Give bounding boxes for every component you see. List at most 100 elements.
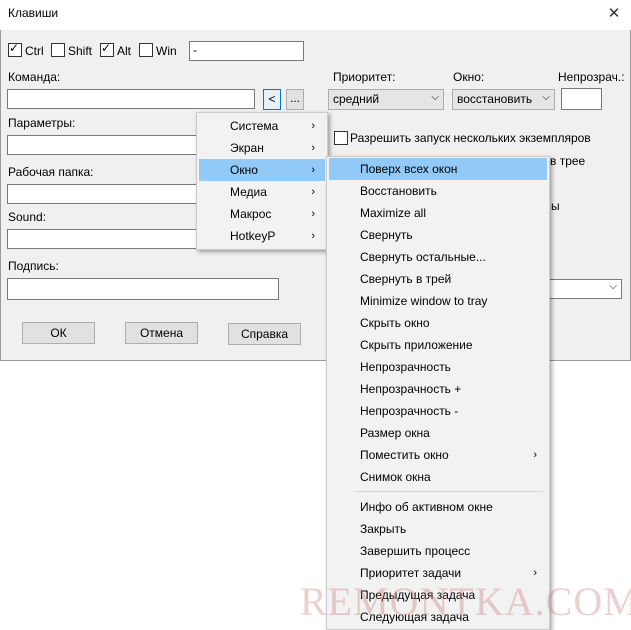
workdir-input[interactable] (7, 184, 207, 204)
help-button[interactable]: Справка (228, 323, 301, 345)
watermark: REMONTKA.COM (300, 579, 631, 624)
menu-item-label: Система (230, 119, 279, 133)
command-input[interactable] (7, 89, 255, 109)
priority-label: Приоритет: (333, 70, 396, 84)
sound-label: Sound: (8, 210, 47, 224)
menu-item-label: Поместить окно (360, 448, 449, 462)
cancel-button[interactable]: Отмена (125, 322, 198, 344)
submenu-item-a-8[interactable]: Скрыть окно (329, 312, 547, 334)
chevron-right-icon: › (533, 449, 537, 461)
alt-label: Alt (117, 44, 132, 58)
submenu-item-a-1[interactable]: Поверх всех окон (329, 158, 547, 180)
menu-item-label: Окно (230, 163, 258, 177)
params-label: Параметры: (8, 116, 76, 130)
params-input[interactable] (7, 135, 207, 155)
menu-item-label: Экран (230, 141, 264, 155)
shift-label: Shift (68, 44, 93, 58)
submenu-item-a-6[interactable]: Свернуть в трей (329, 268, 547, 290)
window-title: Клавиши (8, 6, 59, 20)
submenu-item-a-14[interactable]: Поместить окно › (329, 444, 547, 466)
menu-item-label: Скрыть окно (360, 316, 430, 330)
submenu-item-a-11[interactable]: Непрозрачность + (329, 378, 547, 400)
workdir-label: Рабочая папка: (8, 165, 94, 179)
window-mode-select[interactable]: восстановить ⌵ (452, 89, 555, 110)
chevron-right-icon: › (311, 142, 315, 154)
menu-item-label: Закрыть (360, 522, 407, 536)
menu-separator (355, 491, 543, 492)
priority-select[interactable]: средний ⌵ (328, 89, 444, 110)
menu-item-label: Инфо об активном окне (360, 500, 493, 514)
menu-item-window[interactable]: Окно › (199, 159, 325, 181)
menu-item-label: Размер окна (360, 426, 430, 440)
submenu-item-b-2[interactable]: Закрыть (329, 518, 547, 540)
menu-item-label: Свернуть остальные... (360, 250, 486, 264)
caption-input[interactable] (7, 278, 279, 300)
chevron-right-icon: › (311, 230, 315, 242)
priority-value: средний (333, 92, 380, 106)
menu-item-label: Поверх всех окон (360, 162, 458, 176)
browse-button[interactable]: ... (286, 89, 304, 110)
submenu-item-a-9[interactable]: Скрыть приложение (329, 334, 547, 356)
alt-checkbox[interactable] (100, 41, 114, 57)
submenu-item-b-3[interactable]: Завершить процесс (329, 540, 547, 562)
menu-item-screen[interactable]: Экран › (199, 137, 325, 159)
submenu-item-a-3[interactable]: Maximize all (329, 202, 547, 224)
chevron-down-icon: ⌵ (542, 92, 550, 103)
submenu-item-a-13[interactable]: Размер окна (329, 422, 547, 444)
menu-item-label: Непрозрачность + (360, 382, 462, 396)
menu-item-label: Медиа (230, 185, 267, 199)
allow-multiple-label: Разрешить запуск нескольких экземпляров (350, 131, 591, 145)
command-label: Команда: (8, 70, 61, 84)
chevron-down-icon: ⌵ (609, 281, 617, 292)
menu-item-macro[interactable]: Макрос › (199, 203, 325, 225)
submenu-item-a-10[interactable]: Непрозрачность (329, 356, 547, 378)
opacity-label: Непрозрач.: (558, 70, 625, 84)
insert-command-button[interactable]: < (263, 89, 281, 110)
menu-item-label: Непрозрачность - (360, 404, 459, 418)
menu-item-label: Свернуть в трей (360, 272, 452, 286)
menu-item-hotkeyp[interactable]: HotkeyP › (199, 225, 325, 247)
submenu-item-a-12[interactable]: Непрозрачность - (329, 400, 547, 422)
chevron-right-icon: › (311, 120, 315, 132)
shift-checkbox[interactable] (51, 43, 65, 57)
window-mode-label: Окно: (453, 70, 485, 84)
tray-option-fragment: в трее (550, 154, 586, 168)
submenu-item-a-4[interactable]: Свернуть (329, 224, 547, 246)
menu-item-label: Непрозрачность (360, 360, 451, 374)
menu-item-label: HotkeyP (230, 229, 276, 243)
win-checkbox[interactable] (139, 43, 153, 57)
ctrl-checkbox[interactable] (8, 41, 22, 57)
menu-item-label: Minimize window to tray (360, 294, 488, 308)
menu-item-label: Завершить процесс (360, 544, 471, 558)
opacity-input[interactable] (561, 88, 602, 110)
chevron-down-icon: ⌵ (431, 92, 439, 103)
sound-input[interactable] (7, 229, 207, 249)
menu-item-label: Макрос (230, 207, 272, 221)
menu-item-label: Снимок окна (360, 470, 431, 484)
menu-item-label: Maximize all (360, 206, 427, 220)
hotkey-field[interactable]: - (189, 41, 304, 61)
ok-button[interactable]: ОК (22, 322, 95, 344)
chevron-right-icon: › (311, 186, 315, 198)
menu-item-media[interactable]: Медиа › (199, 181, 325, 203)
submenu-item-a-15[interactable]: Снимок окна (329, 466, 547, 488)
menu-item-system[interactable]: Система › (199, 115, 325, 137)
win-label: Win (156, 44, 177, 58)
submenu-item-a-5[interactable]: Свернуть остальные... (329, 246, 547, 268)
context-menu: Система › Экран › Окно › Медиа › Макрос … (196, 112, 328, 250)
caption-label: Подпись: (8, 259, 59, 273)
chevron-right-icon: › (311, 164, 315, 176)
ctrl-label: Ctrl (25, 44, 44, 58)
menu-item-label: Восстановить (360, 184, 437, 198)
partial-select[interactable]: ⌵ (546, 279, 622, 299)
submenu-item-a-2[interactable]: Восстановить (329, 180, 547, 202)
title-bar: Клавиши ✕ (0, 0, 631, 30)
close-icon[interactable]: ✕ (600, 2, 628, 26)
chevron-right-icon: › (311, 208, 315, 220)
submenu-item-b-1[interactable]: Инфо об активном окне (329, 496, 547, 518)
option-fragment: ы (551, 199, 560, 213)
menu-item-label: Скрыть приложение (360, 338, 473, 352)
allow-multiple-checkbox[interactable] (334, 131, 348, 145)
submenu-item-a-7[interactable]: Minimize window to tray (329, 290, 547, 312)
menu-item-label: Свернуть (360, 228, 413, 242)
